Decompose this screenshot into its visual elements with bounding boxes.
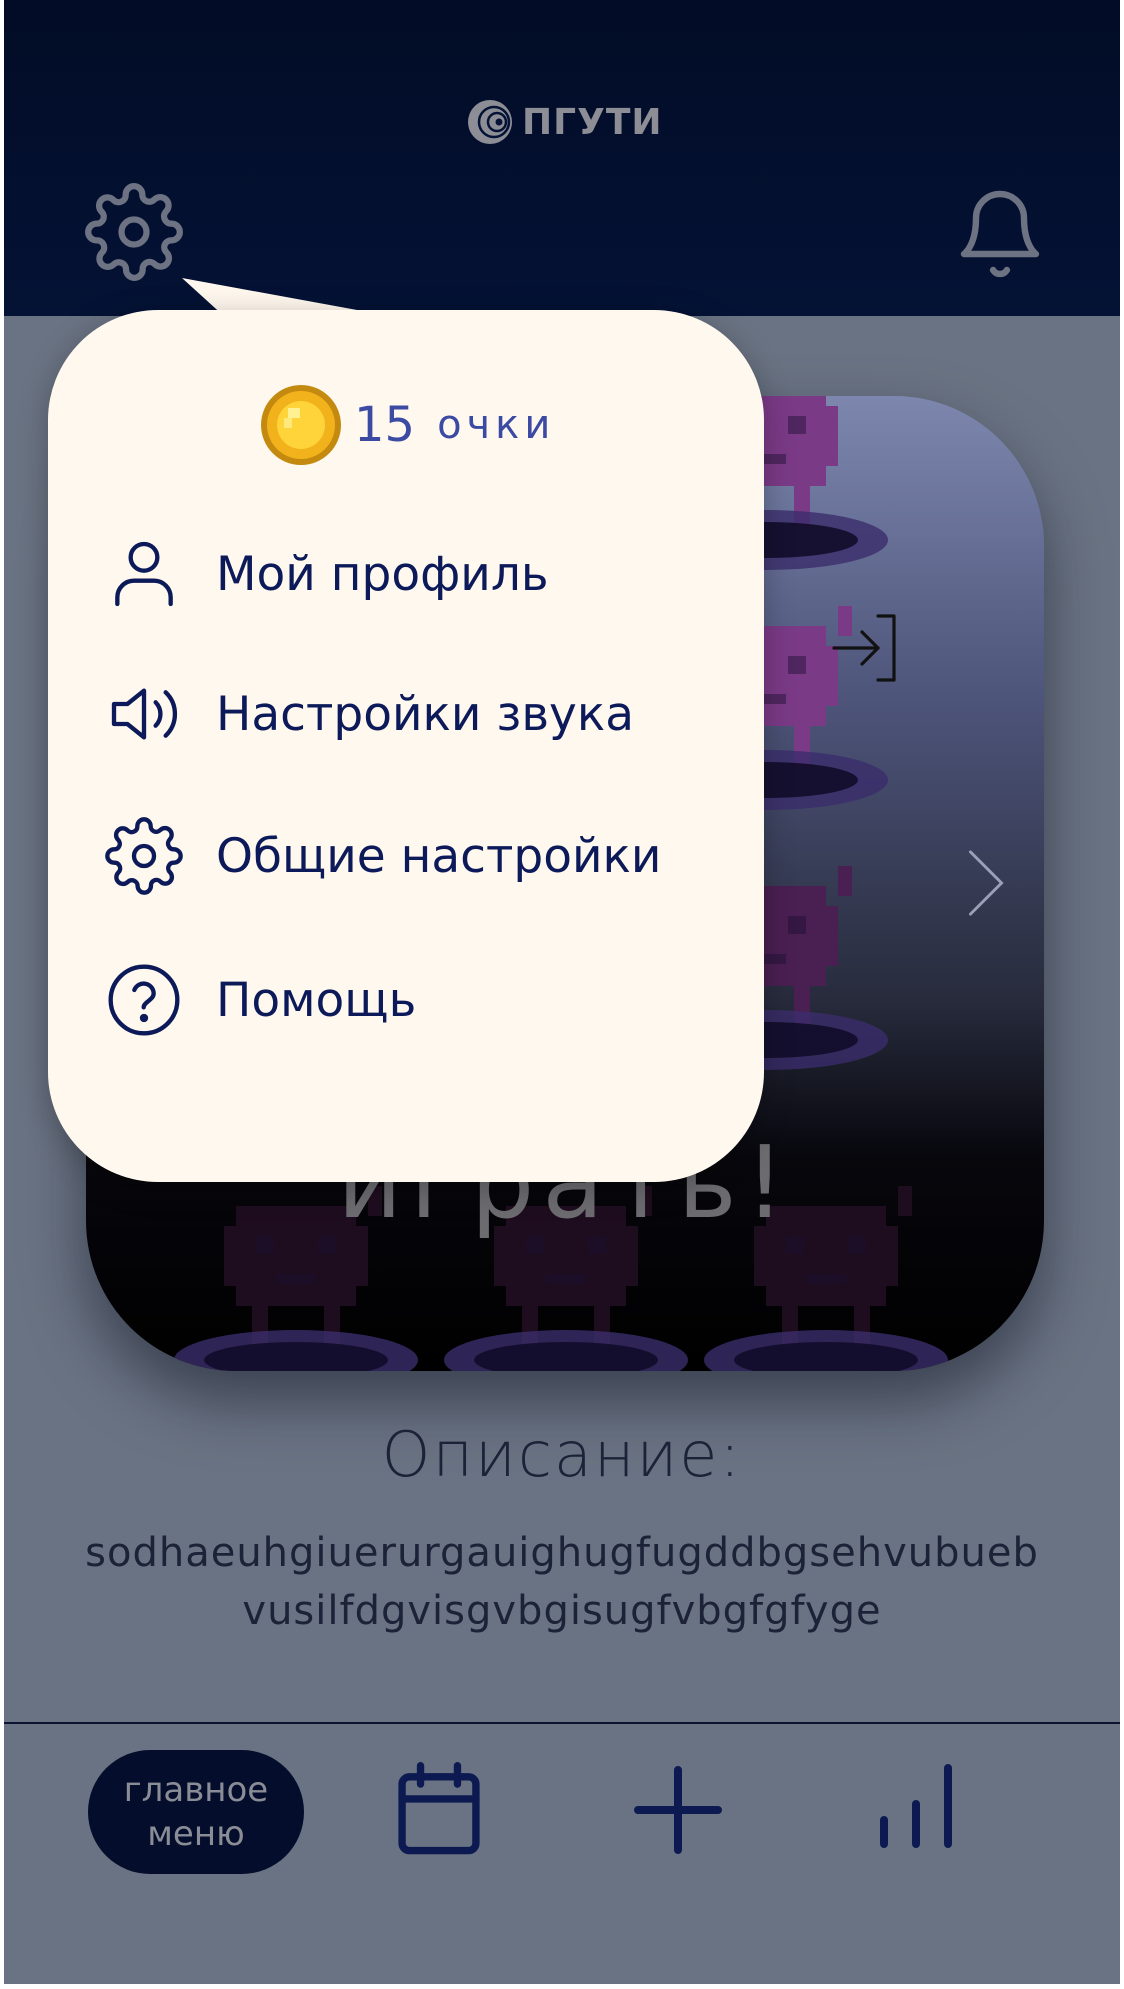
brand-name: ПГУТИ bbox=[522, 101, 663, 143]
brand: ПГУТИ bbox=[466, 98, 663, 146]
bottom-nav: главное меню bbox=[4, 1722, 1120, 1984]
coin-icon bbox=[261, 385, 341, 465]
menu-item-label: Мой профиль bbox=[216, 546, 549, 602]
app-screen: ПГУТИ играть! Описание: sodhaeuhgiuerurg… bbox=[4, 0, 1120, 1984]
help-circle-icon bbox=[108, 964, 180, 1036]
speaker-icon bbox=[111, 688, 178, 740]
points-unit: очки bbox=[437, 402, 556, 448]
menu-item-label: Настройки звука bbox=[216, 686, 635, 742]
menu-item-general-settings[interactable]: Общие настройки bbox=[104, 816, 661, 896]
log-in-icon[interactable] bbox=[826, 608, 906, 688]
user-icon bbox=[115, 541, 173, 607]
menu-item-help[interactable]: Помощь bbox=[104, 960, 416, 1040]
description-text: sodhaeuhgiuerurgauighugfugddbgsehvubuebv… bbox=[85, 1530, 1039, 1634]
nav-main-menu-button[interactable]: главное меню bbox=[88, 1750, 304, 1874]
bell-icon[interactable] bbox=[952, 182, 1048, 286]
gear-icon[interactable] bbox=[84, 182, 184, 282]
gear-icon bbox=[105, 817, 183, 895]
top-bar: ПГУТИ bbox=[4, 0, 1120, 316]
menu-item-label: Помощь bbox=[216, 972, 417, 1028]
menu-item-profile[interactable]: Мой профиль bbox=[104, 534, 549, 614]
menu-item-label: Общие настройки bbox=[216, 828, 662, 884]
calendar-icon[interactable] bbox=[394, 1762, 484, 1858]
menu-item-sound-settings[interactable]: Настройки звука bbox=[104, 674, 634, 754]
chevron-right-icon[interactable] bbox=[966, 848, 1006, 918]
points-display: 15 очки bbox=[258, 382, 555, 468]
settings-popup-menu: 15 очки Мой профиль Настройки звука Общи… bbox=[48, 310, 764, 1182]
points-value: 15 bbox=[354, 397, 416, 453]
plus-icon[interactable] bbox=[630, 1762, 726, 1858]
description-title: Описание: bbox=[381, 1418, 743, 1491]
bar-chart-icon[interactable] bbox=[868, 1758, 964, 1858]
brand-logo-icon bbox=[468, 100, 512, 144]
